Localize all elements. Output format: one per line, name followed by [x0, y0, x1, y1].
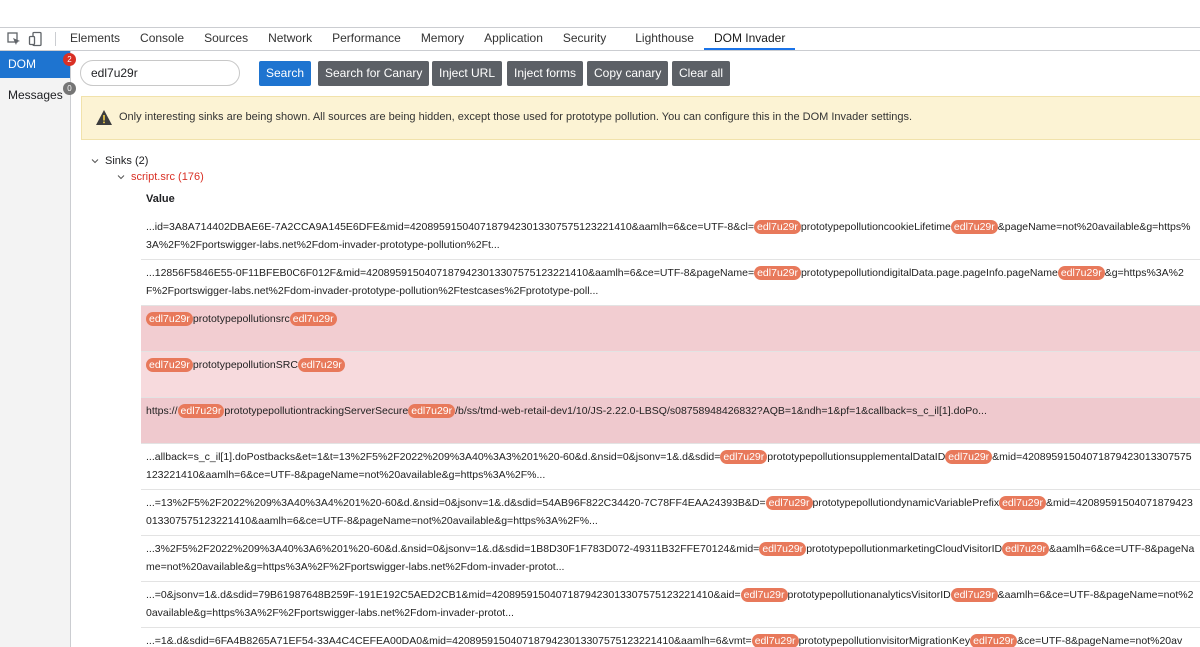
sink-label: script.src (176) — [131, 171, 204, 183]
tab-elements[interactable]: Elements — [60, 28, 130, 50]
canary-highlight: edl7u29r — [999, 496, 1046, 510]
canary-highlight: edl7u29r — [1057, 266, 1105, 280]
search-for-canary-button[interactable]: Search for Canary — [318, 61, 430, 86]
sidebar-item-label: DOM — [8, 57, 36, 71]
devtools-tabs: Elements Console Sources Network Performance… — [60, 28, 796, 50]
tab-memory[interactable]: Memory — [411, 28, 474, 50]
table-row[interactable]: ...=1&.d&sdid=6FA4B8265A71EF54-33A4C4CEF… — [141, 628, 1200, 647]
row-value-text: ...id=3A8A714402DBAE6E-7A2CCA9A145E6DFE&… — [146, 221, 754, 233]
tab-dom-invader[interactable]: DOM Invader — [703, 28, 796, 50]
sidebar-item-label: Messages — [8, 88, 63, 102]
search-button[interactable]: Search — [259, 61, 312, 86]
row-value-text: prototypepollutionvisitorMigrationKey — [798, 635, 971, 647]
canary-highlight: edl7u29r — [720, 450, 768, 464]
inspect-element-icon[interactable] — [6, 31, 22, 47]
tab-separator — [55, 32, 56, 46]
warning-triangle-icon — [96, 110, 112, 125]
canary-highlight: edl7u29r — [950, 588, 998, 602]
dom-panel: Search Search for Canary Inject URL Inje… — [71, 51, 1200, 647]
canary-highlight: edl7u29r — [754, 266, 801, 280]
table-row[interactable]: ...id=3A8A714402DBAE6E-7A2CCA9A145E6DFE&… — [141, 214, 1200, 260]
canary-highlight: edl7u29r — [289, 312, 337, 326]
sinks-node[interactable]: Sinks (2) — [91, 155, 148, 167]
table-row[interactable]: ...=0&jsonv=1&.d&sdid=79B61987648B259F-1… — [141, 582, 1200, 628]
sinks-label: Sinks (2) — [105, 155, 149, 167]
table-row[interactable]: edl7u29r prototypepollutionSRC edl7u29r — [141, 352, 1200, 398]
row-value-text: prototypepollutiondigitalData.page.pageI… — [800, 267, 1058, 279]
row-value-text: prototypepollutiontrackingServerSecure — [224, 405, 409, 417]
row-value-text: ...allback=s_c_il[1].doPostbacks&et=1&t=… — [146, 451, 721, 463]
row-value-text: prototypepollutionSRC — [192, 359, 298, 371]
row-value-text: prototypepollutionanalyticsVisitorID — [787, 589, 951, 601]
row-value-text: prototypepollutiondynamicVariablePrefix — [812, 497, 1000, 509]
canary-highlight: edl7u29r — [754, 220, 801, 234]
device-toolbar-icon[interactable] — [28, 31, 44, 47]
inject-url-button[interactable]: Inject URL — [432, 61, 503, 86]
canary-highlight: edl7u29r — [970, 634, 1018, 647]
row-value-text: ...3%2F5%2F2022%209%3A40%3A6%201%20-60&d… — [146, 543, 760, 555]
canary-highlight: edl7u29r — [1002, 542, 1049, 556]
table-row[interactable]: ...allback=s_c_il[1].doPostbacks&et=1&t=… — [141, 444, 1200, 490]
canary-highlight: edl7u29r — [408, 404, 456, 418]
tab-security[interactable]: Security — [553, 28, 616, 50]
canary-highlight: edl7u29r — [751, 634, 799, 647]
browser-top-strip — [0, 0, 1200, 28]
canary-highlight: edl7u29r — [177, 404, 225, 418]
canary-highlight: edl7u29r — [765, 496, 813, 510]
table-row[interactable]: edl7u29r prototypepollutionsrc edl7u29r — [141, 306, 1200, 352]
row-value-text: &ce=UTF-8&pageName=not%20av — [1017, 635, 1183, 647]
tab-network[interactable]: Network — [258, 28, 322, 50]
sidebar: DOM 2 Messages 0 — [0, 51, 76, 647]
canary-highlight: edl7u29r — [950, 220, 998, 234]
search-input[interactable] — [80, 60, 240, 86]
row-value-text: ...12856F5846E55-0F11BFEB0C6F012F&mid=42… — [146, 267, 755, 279]
sidebar-item-dom[interactable]: DOM — [0, 51, 70, 78]
devtools-tabbar: Elements Console Sources Network Performance… — [0, 28, 1200, 51]
row-value-text: prototypepollutionsrc — [192, 313, 290, 325]
tab-application[interactable]: Application — [474, 28, 553, 50]
row-value-text: prototypepollutioncookieLifetime — [800, 221, 951, 233]
clear-all-button[interactable]: Clear all — [672, 61, 731, 86]
chevron-down-icon — [91, 159, 99, 164]
canary-highlight: edl7u29r — [740, 588, 788, 602]
row-value-text: https:// — [146, 405, 178, 417]
table-row[interactable]: ...12856F5846E55-0F11BFEB0C6F012F&mid=42… — [141, 260, 1200, 306]
canary-highlight: edl7u29r — [146, 358, 193, 372]
warning-text: Only interesting sinks are being shown. … — [119, 111, 913, 123]
tab-sources[interactable]: Sources — [194, 28, 258, 50]
row-value-text: ...=0&jsonv=1&.d&sdid=79B61987648B259F-1… — [146, 589, 741, 601]
inject-forms-button[interactable]: Inject forms — [507, 61, 584, 86]
canary-highlight: edl7u29r — [297, 358, 345, 372]
warning-banner: Only interesting sinks are being shown. … — [81, 96, 1200, 140]
sidebar-item-messages[interactable]: Messages — [0, 82, 70, 109]
table-row[interactable]: https://edl7u29r prototypepollutiontracki… — [141, 398, 1200, 444]
canary-highlight: edl7u29r — [146, 312, 193, 326]
tab-performance[interactable]: Performance — [322, 28, 411, 50]
chevron-down-icon — [117, 175, 125, 180]
table-row[interactable]: ...=13%2F5%2F2022%209%3A40%3A4%201%20-60… — [141, 490, 1200, 536]
row-value-text: /b/ss/tmd-web-retail-dev1/10/JS-2.22.0-L… — [455, 405, 987, 417]
row-value-text: ...=13%2F5%2F2022%209%3A40%3A4%201%20-60… — [146, 497, 766, 509]
tab-lighthouse[interactable]: Lighthouse — [616, 28, 704, 50]
table-row[interactable]: ...3%2F5%2F2022%209%3A40%3A6%201%20-60&d… — [141, 536, 1200, 582]
row-value-text: prototypepollutionmarketingCloudVisitorI… — [806, 543, 1003, 555]
sink-values-table: ...id=3A8A714402DBAE6E-7A2CCA9A145E6DFE&… — [141, 214, 1200, 647]
canary-highlight: edl7u29r — [759, 542, 807, 556]
tab-console[interactable]: Console — [130, 28, 194, 50]
copy-canary-button[interactable]: Copy canary — [587, 61, 669, 86]
canary-highlight: edl7u29r — [945, 450, 993, 464]
row-value-text: prototypepollutionsupplementalDataID — [767, 451, 946, 463]
script-src-sink-node[interactable]: script.src (176) — [117, 171, 204, 183]
row-value-text: ...=1&.d&sdid=6FA4B8265A71EF54-33A4C4CEF… — [146, 635, 752, 647]
value-column-header: Value — [146, 193, 175, 205]
